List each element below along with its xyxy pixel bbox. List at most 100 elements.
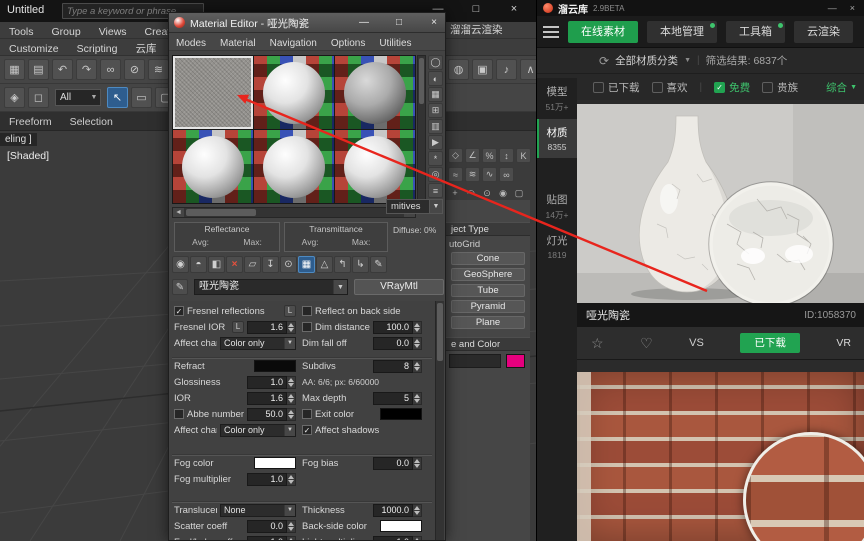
value-spinner[interactable]: 5: [373, 392, 422, 405]
select-by-material-icon[interactable]: ◎: [428, 167, 443, 182]
value-spinner[interactable]: 1.0: [373, 536, 422, 541]
spin-up-icon[interactable]: [414, 538, 420, 541]
background-icon[interactable]: ▦: [428, 87, 443, 102]
assign-to-selection-icon[interactable]: ◧: [208, 256, 225, 273]
spinner-arrows[interactable]: [413, 337, 422, 350]
make-unique-icon[interactable]: ▱: [244, 256, 261, 273]
spin-down-icon[interactable]: [414, 399, 420, 403]
value-spinner[interactable]: 1.0: [247, 473, 296, 486]
ripple-icon[interactable]: ≋: [465, 167, 480, 182]
spin-down-icon[interactable]: [288, 415, 294, 419]
render-setup-icon[interactable]: ◍: [448, 59, 469, 80]
me-menu-4[interactable]: Utilities: [372, 35, 418, 53]
select-by-name-icon[interactable]: ▭: [131, 87, 152, 108]
value-spinner[interactable]: 1.6: [247, 392, 296, 405]
material-sample-slot[interactable]: [335, 130, 415, 203]
minimize-icon[interactable]: —: [824, 3, 841, 13]
render-frame-window-icon[interactable]: ▣: [472, 59, 493, 80]
spin-down-icon[interactable]: [288, 527, 294, 531]
scroll-left-icon[interactable]: ◄: [173, 208, 184, 217]
spinner-arrows[interactable]: [413, 360, 422, 373]
put-to-scene-icon[interactable]: ◓: [190, 256, 207, 273]
modify-tab-icon[interactable]: ◠: [464, 187, 478, 199]
object-type-button[interactable]: Plane: [451, 316, 525, 329]
nav-tab-0[interactable]: 在线素材: [568, 21, 638, 43]
space-warp-icon[interactable]: ≈: [448, 167, 463, 182]
spin-down-icon[interactable]: [414, 344, 420, 348]
go-to-parent-icon[interactable]: ↰: [334, 256, 351, 273]
go-forward-icon[interactable]: ↳: [352, 256, 369, 273]
spin-up-icon[interactable]: [414, 506, 420, 510]
value-spinner[interactable]: 0.0: [373, 337, 422, 350]
render-production-icon[interactable]: ♪: [496, 59, 517, 80]
selection-filter-dropdown[interactable]: All ▼: [55, 89, 101, 106]
value-spinner[interactable]: 0.0: [373, 457, 422, 470]
checkbox[interactable]: [302, 409, 312, 419]
vs-button[interactable]: VS: [689, 337, 704, 349]
refresh-icon[interactable]: ⟳: [599, 54, 609, 68]
spin-up-icon[interactable]: [288, 410, 294, 414]
checkbox-icon[interactable]: [652, 82, 663, 93]
chain-link-icon[interactable]: ∞: [499, 167, 514, 182]
sample-vertical-scrollbar[interactable]: [417, 55, 426, 204]
name-color-rollout[interactable]: e and Color: [446, 337, 530, 351]
filter-checkbox-3[interactable]: 贵族: [762, 80, 798, 95]
material-preview-image[interactable]: [577, 104, 864, 303]
motion-tab-icon[interactable]: ◉: [496, 187, 510, 199]
category-item-1[interactable]: 材质8355: [537, 119, 577, 158]
minimize-button[interactable]: —: [355, 15, 373, 30]
close-button[interactable]: ×: [425, 15, 443, 30]
video-color-check-icon[interactable]: ▥: [428, 119, 443, 134]
category-item-0[interactable]: 模型51万+: [537, 78, 577, 119]
object-color-swatch[interactable]: [506, 354, 525, 368]
filter-checkbox-0[interactable]: 已下载: [593, 80, 640, 95]
sample-type-icon[interactable]: ◯: [428, 55, 443, 70]
checkbox-icon[interactable]: [762, 82, 773, 93]
filter-checkbox-1[interactable]: 喜欢: [652, 80, 688, 95]
select-link-icon[interactable]: ∞: [100, 59, 121, 80]
material-sample-slot[interactable]: [335, 56, 415, 129]
color-swatch[interactable]: [380, 408, 422, 420]
selection-filter-icon[interactable]: ◈: [4, 87, 25, 108]
redo-icon[interactable]: ↷: [76, 59, 97, 80]
spinner-arrows[interactable]: [413, 392, 422, 405]
spin-up-icon[interactable]: [414, 339, 420, 343]
maximize-button[interactable]: □: [462, 1, 490, 17]
material-navigator-icon[interactable]: ≡: [428, 183, 443, 198]
material-sample-slot[interactable]: [173, 56, 253, 129]
make-preview-icon[interactable]: ▶: [428, 135, 443, 150]
checkbox[interactable]: ✓: [174, 306, 184, 316]
checkbox[interactable]: ✓: [302, 425, 312, 435]
parameters-scrollbar[interactable]: [435, 301, 444, 540]
spin-up-icon[interactable]: [414, 362, 420, 366]
object-type-rollout[interactable]: ject Type: [446, 222, 530, 236]
spin-down-icon[interactable]: [414, 511, 420, 515]
spin-up-icon[interactable]: [288, 538, 294, 541]
category-item-2[interactable]: 贴图14万+: [537, 186, 577, 227]
keyboard-override-icon[interactable]: K: [516, 148, 531, 163]
spin-down-icon[interactable]: [288, 383, 294, 387]
brick-material-preview-image[interactable]: [577, 372, 864, 541]
show-end-result-icon[interactable]: △: [316, 256, 333, 273]
spin-up-icon[interactable]: [414, 459, 420, 463]
put-to-library-icon[interactable]: ↧: [262, 256, 279, 273]
display-tab-icon[interactable]: ▢: [512, 187, 526, 199]
object-type-button[interactable]: Tube: [451, 284, 525, 297]
spin-down-icon[interactable]: [288, 480, 294, 484]
spinner-arrows[interactable]: [413, 504, 422, 517]
hamburger-menu-icon[interactable]: [543, 26, 559, 38]
dropdown[interactable]: Color only▼: [220, 424, 296, 437]
ribbon-tab-1[interactable]: Selection: [61, 113, 122, 132]
value-spinner[interactable]: 8: [373, 360, 422, 373]
me-menu-2[interactable]: Navigation: [263, 35, 324, 53]
sample-horizontal-scrollbar[interactable]: ◄ ►: [172, 207, 416, 218]
bind-spacewarp-icon[interactable]: ≋: [148, 59, 169, 80]
close-icon[interactable]: ×: [846, 3, 859, 13]
sort-dropdown[interactable]: 综合 ▼: [826, 80, 857, 95]
reset-map-icon[interactable]: ×: [226, 256, 243, 273]
category-dropdown[interactable]: 全部材质分类: [615, 53, 678, 68]
material-name-dropdown[interactable]: 哑光陶瓷 ▼: [194, 279, 348, 295]
material-type-button[interactable]: VRayMtl: [354, 279, 444, 295]
lock-button[interactable]: L: [284, 305, 296, 317]
unlink-icon[interactable]: ⊘: [124, 59, 145, 80]
